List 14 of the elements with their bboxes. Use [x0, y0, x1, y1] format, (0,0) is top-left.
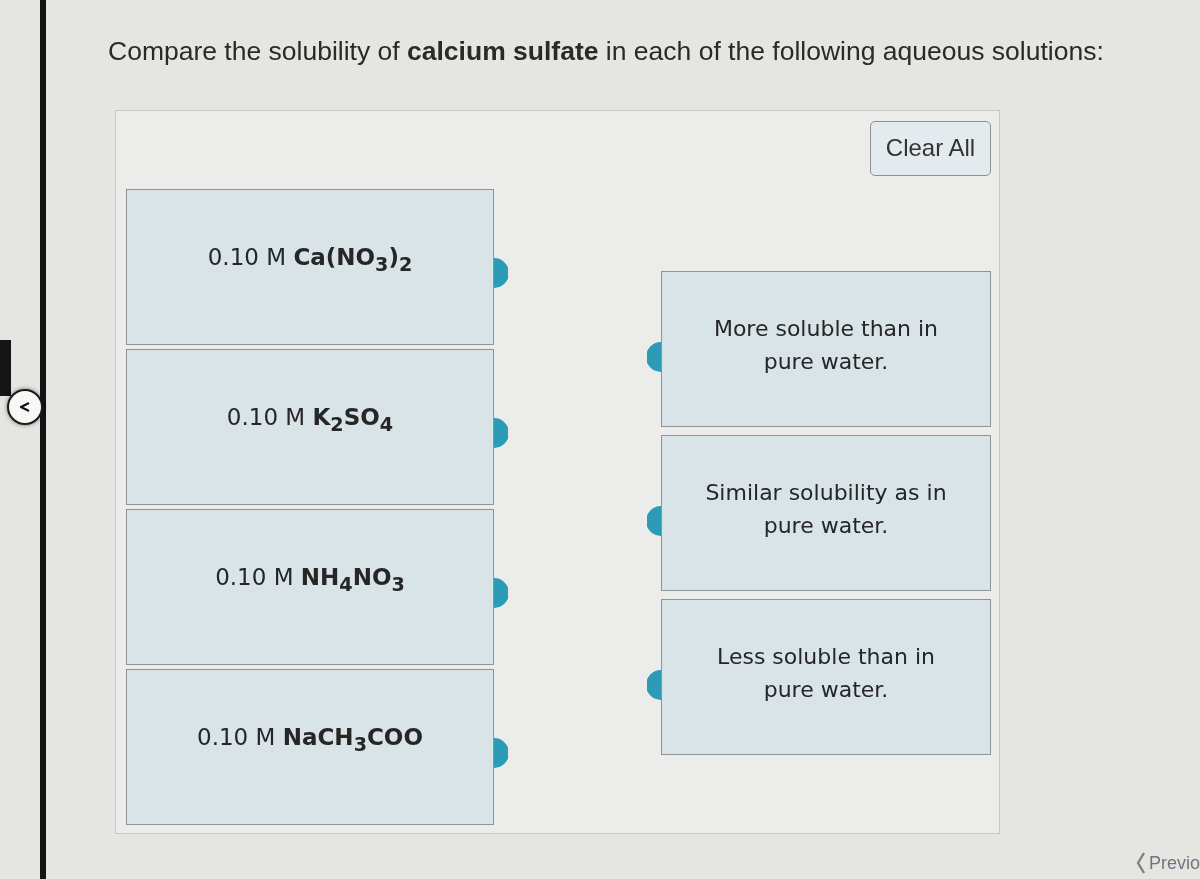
- collapse-button[interactable]: [7, 389, 43, 425]
- category-label: More soluble than in pure water.: [712, 314, 940, 376]
- clear-all-button[interactable]: Clear All: [870, 120, 991, 176]
- chevron-left-icon: [18, 400, 32, 414]
- solution-label: 0.10 M NaCH$_{3}$COO: [197, 724, 423, 756]
- dark-panel-edge: [0, 340, 11, 396]
- solution-label: 0.10 M Ca(NO$_{3}$)$_{2}$: [207, 244, 413, 276]
- category-label: Similar solubility as in pure water.: [704, 478, 948, 540]
- solution-label: 0.10 M NH$_{4}$NO$_{3}$: [215, 564, 405, 596]
- question-text: Compare the solubility of calcium sulfate in each of the following aqueous solutions:: [108, 36, 1105, 68]
- solution-label: 0.10 M K$_{2}$SO$_{4}$: [226, 404, 394, 436]
- category-label: Less soluble than in pure water.: [716, 642, 936, 704]
- previous-button[interactable]: Previo: [1135, 851, 1200, 875]
- chevron-left-icon: [1135, 851, 1146, 875]
